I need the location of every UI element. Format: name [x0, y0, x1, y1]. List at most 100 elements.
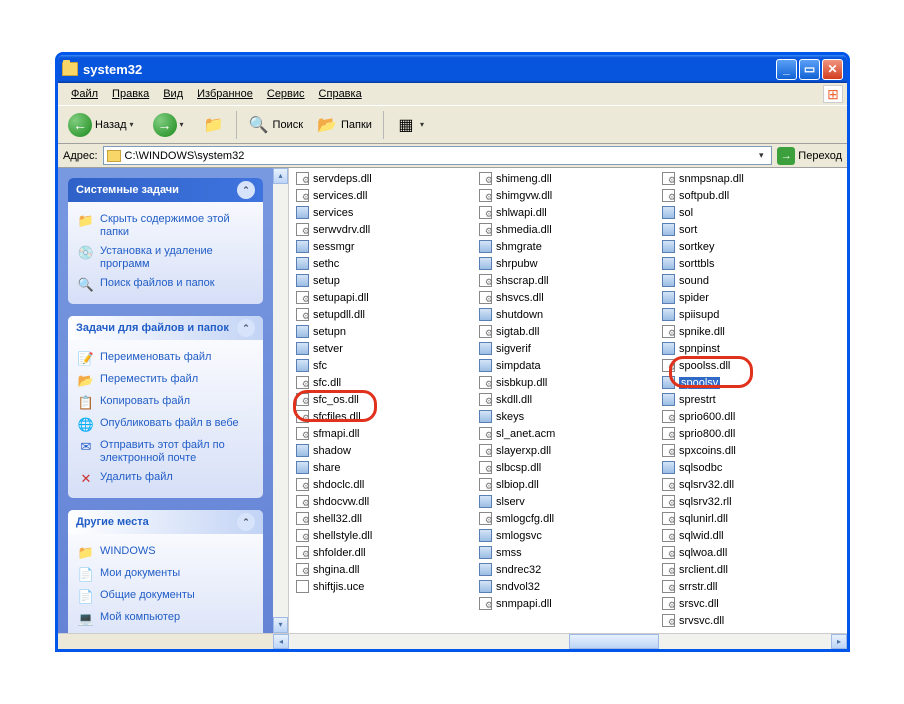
close-button[interactable]: ✕ — [822, 59, 843, 80]
file-item[interactable]: services.dll — [293, 187, 476, 204]
file-item[interactable]: shmgrate — [476, 238, 659, 255]
file-item[interactable]: sortkey — [659, 238, 842, 255]
menu-edit[interactable]: Правка — [105, 86, 156, 102]
file-item[interactable]: sqlsodbc — [659, 459, 842, 476]
file-item[interactable]: shimgvw.dll — [476, 187, 659, 204]
task-search-files[interactable]: 🔍Поиск файлов и папок — [78, 274, 253, 296]
file-item[interactable]: snmpsnap.dll — [659, 170, 842, 187]
file-item[interactable]: spxcoins.dll — [659, 442, 842, 459]
place-mycomputer[interactable]: 💻Мой компьютер — [78, 608, 253, 630]
file-item[interactable]: srsvc.dll — [659, 595, 842, 612]
chevron-down-icon[interactable]: ▾ — [180, 120, 190, 129]
file-item[interactable]: setupn — [293, 323, 476, 340]
file-item[interactable]: sfc.dll — [293, 374, 476, 391]
file-item[interactable]: smlogsvc — [476, 527, 659, 544]
file-item[interactable]: sprestrt — [659, 391, 842, 408]
titlebar[interactable]: system32 _ ▭ ✕ — [58, 55, 847, 83]
file-item[interactable]: services — [293, 204, 476, 221]
scroll-left-button[interactable]: ◂ — [273, 634, 289, 649]
file-item[interactable]: sqlunirl.dll — [659, 510, 842, 527]
file-item[interactable]: sol — [659, 204, 842, 221]
task-move[interactable]: 📂Переместить файл — [78, 370, 253, 392]
file-item[interactable]: sigtab.dll — [476, 323, 659, 340]
chevron-down-icon[interactable]: ▾ — [130, 120, 140, 129]
maximize-button[interactable]: ▭ — [799, 59, 820, 80]
file-item[interactable]: sort — [659, 221, 842, 238]
file-item[interactable]: slserv — [476, 493, 659, 510]
file-item[interactable]: serwvdrv.dll — [293, 221, 476, 238]
menu-view[interactable]: Вид — [156, 86, 190, 102]
file-item[interactable]: spider — [659, 289, 842, 306]
task-copy[interactable]: 📋Копировать файл — [78, 392, 253, 414]
file-item[interactable]: sound — [659, 272, 842, 289]
address-input[interactable]: C:\WINDOWS\system32 ▾ — [103, 146, 773, 165]
file-item[interactable]: sl_anet.acm — [476, 425, 659, 442]
collapse-icon[interactable]: ⌃ — [237, 181, 255, 199]
file-item[interactable]: srclient.dll — [659, 561, 842, 578]
minimize-button[interactable]: _ — [776, 59, 797, 80]
file-item[interactable]: sorttbls — [659, 255, 842, 272]
file-item[interactable]: shiftjis.uce — [293, 578, 476, 595]
file-item[interactable]: servdeps.dll — [293, 170, 476, 187]
menu-help[interactable]: Справка — [312, 86, 369, 102]
task-delete[interactable]: ✕Удалить файл — [78, 468, 253, 490]
panel-header[interactable]: Задачи для файлов и папок ⌃ — [68, 316, 263, 340]
file-item[interactable]: sprio600.dll — [659, 408, 842, 425]
file-item[interactable]: shdoclc.dll — [293, 476, 476, 493]
file-item[interactable]: shimeng.dll — [476, 170, 659, 187]
file-item[interactable]: shadow — [293, 442, 476, 459]
file-item[interactable]: snmpapi.dll — [476, 595, 659, 612]
file-item[interactable]: skeys — [476, 408, 659, 425]
file-item[interactable]: shrpubw — [476, 255, 659, 272]
go-button[interactable]: → Переход — [777, 147, 842, 165]
file-item[interactable]: shsvcs.dll — [476, 289, 659, 306]
views-button[interactable]: ▦ ▾ — [390, 111, 435, 139]
file-item[interactable]: sfc_os.dll — [293, 391, 476, 408]
file-item[interactable]: shutdown — [476, 306, 659, 323]
place-windows[interactable]: 📁WINDOWS — [78, 542, 253, 564]
file-item[interactable]: sigverif — [476, 340, 659, 357]
panel-header[interactable]: Системные задачи ⌃ — [68, 178, 263, 202]
file-item[interactable]: shgina.dll — [293, 561, 476, 578]
forward-button[interactable]: → ▾ — [148, 110, 195, 140]
scroll-down-button[interactable]: ▾ — [273, 617, 288, 633]
horizontal-scrollbar[interactable]: ◂ ▸ — [58, 633, 847, 649]
file-item[interactable]: sfcfiles.dll — [293, 408, 476, 425]
file-item[interactable]: slbcsp.dll — [476, 459, 659, 476]
file-item[interactable]: sfmapi.dll — [293, 425, 476, 442]
file-item[interactable]: setver — [293, 340, 476, 357]
file-item[interactable]: smss — [476, 544, 659, 561]
search-button[interactable]: 🔍 Поиск — [243, 111, 308, 139]
file-item[interactable]: softpub.dll — [659, 187, 842, 204]
file-item[interactable]: sprio800.dll — [659, 425, 842, 442]
file-item[interactable]: setupdll.dll — [293, 306, 476, 323]
file-item[interactable]: sisbkup.dll — [476, 374, 659, 391]
place-mydocs[interactable]: 📄Мои документы — [78, 564, 253, 586]
folders-button[interactable]: 📂 Папки — [311, 111, 377, 139]
file-item[interactable]: shellstyle.dll — [293, 527, 476, 544]
file-item[interactable]: sqlwid.dll — [659, 527, 842, 544]
file-item[interactable]: shell32.dll — [293, 510, 476, 527]
file-item[interactable]: setup — [293, 272, 476, 289]
scroll-right-button[interactable]: ▸ — [831, 634, 847, 649]
file-item[interactable]: srvsvc.dll — [659, 612, 842, 629]
task-hide-contents[interactable]: 📁Скрыть содержимое этой папки — [78, 210, 253, 242]
file-item[interactable]: sfc — [293, 357, 476, 374]
file-item[interactable]: setupapi.dll — [293, 289, 476, 306]
file-item[interactable]: sethc — [293, 255, 476, 272]
file-item[interactable]: sndvol32 — [476, 578, 659, 595]
menu-tools[interactable]: Сервис — [260, 86, 312, 102]
chevron-down-icon[interactable]: ▾ — [420, 120, 430, 129]
file-item[interactable]: shscrap.dll — [476, 272, 659, 289]
panel-header[interactable]: Другие места ⌃ — [68, 510, 263, 534]
file-item[interactable]: smlogcfg.dll — [476, 510, 659, 527]
task-rename[interactable]: 📝Переименовать файл — [78, 348, 253, 370]
menu-file[interactable]: Файл — [64, 86, 105, 102]
place-shareddocs[interactable]: 📄Общие документы — [78, 586, 253, 608]
file-item[interactable]: simpdata — [476, 357, 659, 374]
file-item[interactable]: shmedia.dll — [476, 221, 659, 238]
file-item[interactable]: spnpinst — [659, 340, 842, 357]
file-item[interactable]: sqlwoa.dll — [659, 544, 842, 561]
address-dropdown[interactable]: ▾ — [754, 150, 768, 161]
file-item[interactable]: spiisupd — [659, 306, 842, 323]
